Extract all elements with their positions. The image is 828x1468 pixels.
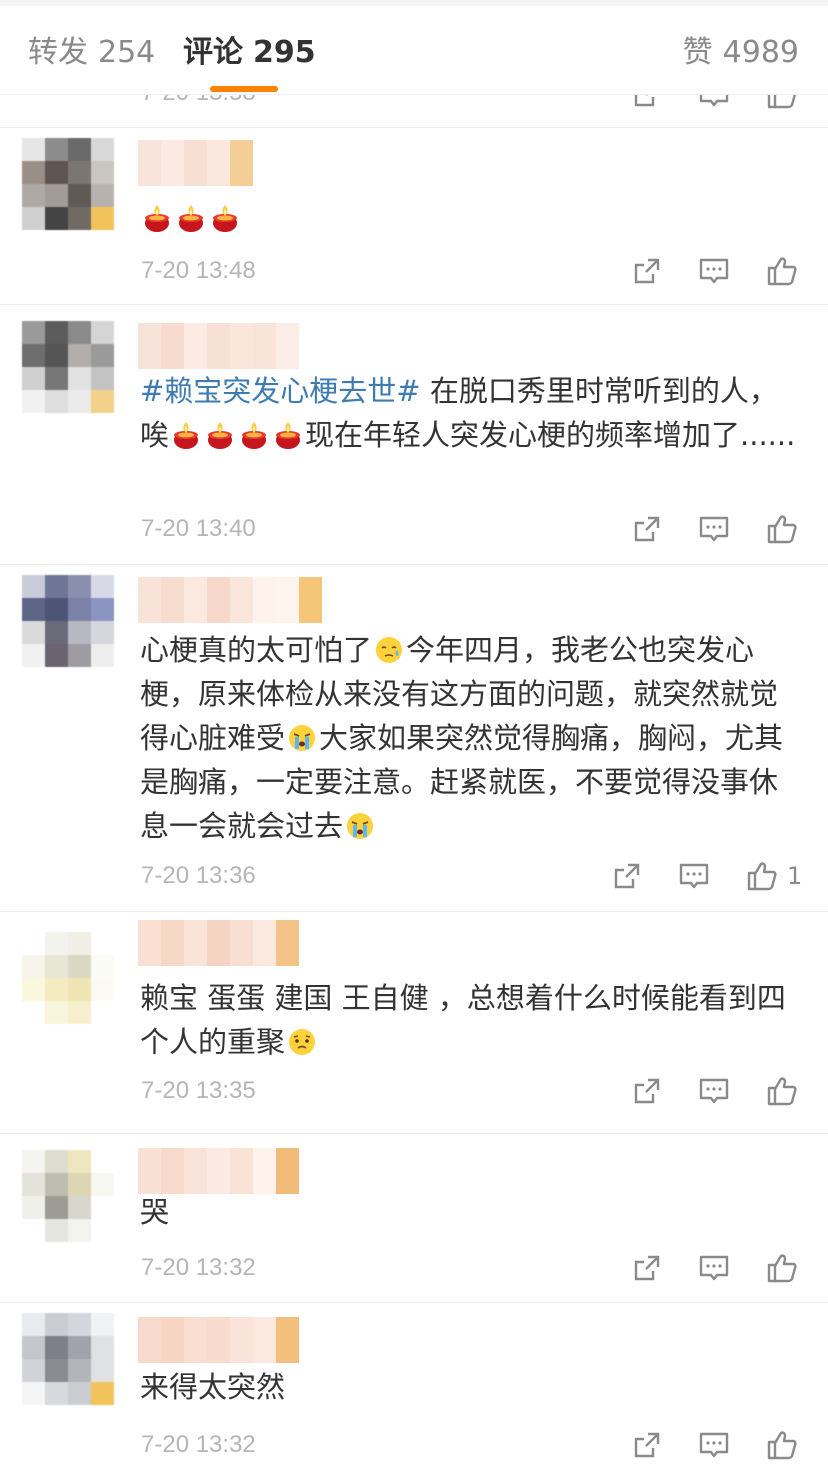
tab-likes[interactable]: 赞 4989 bbox=[683, 36, 799, 70]
candle-emoji bbox=[176, 203, 206, 233]
comment-time: 7-20 13:36 bbox=[141, 862, 256, 889]
comment-text: 来得太突然 bbox=[140, 1370, 286, 1404]
thumbs-up-icon[interactable] bbox=[766, 94, 798, 110]
tab-comments-label: 评论 bbox=[183, 35, 243, 70]
comment-time: 7-20 13:32 bbox=[141, 1431, 256, 1458]
thumbs-up-icon[interactable] bbox=[766, 1252, 798, 1284]
thumbs-up-icon[interactable] bbox=[746, 860, 778, 892]
share-out-icon[interactable] bbox=[631, 94, 663, 110]
comment-item: 哭 7-20 13:32 bbox=[0, 1134, 828, 1303]
comment-item: 心梗真的太可怕了 今年四月，我老公也突发心梗，原来体检从来没有这方面的问题，就突然… bbox=[0, 565, 828, 912]
comment-item: 7-20 13:48 bbox=[0, 128, 828, 305]
avatar[interactable] bbox=[22, 1313, 114, 1405]
comment-item: #赖宝突发心梗去世# 在脱口秀里时常听到的人，唉 现在年轻人突发心梗的频率增加了.… bbox=[0, 305, 828, 565]
candle-emoji bbox=[210, 203, 240, 233]
avatar[interactable] bbox=[22, 575, 114, 667]
comment-time: 7-20 13:32 bbox=[141, 1254, 256, 1281]
candle-emoji bbox=[142, 203, 172, 233]
avatar[interactable] bbox=[22, 1150, 114, 1242]
comment-time: 7-20 13:48 bbox=[141, 257, 256, 284]
tab-likes-count: 4989 bbox=[722, 35, 799, 70]
candle-emoji bbox=[171, 420, 201, 450]
topic-hashtag-link[interactable]: #赖宝突发心梗去世# bbox=[140, 374, 421, 408]
tab-comments-count: 295 bbox=[253, 35, 316, 70]
cry-emoji bbox=[345, 811, 375, 841]
thumbs-up-icon[interactable] bbox=[766, 1075, 798, 1107]
username-blurred[interactable] bbox=[138, 1148, 299, 1194]
thumbs-up-icon[interactable] bbox=[766, 255, 798, 287]
tab-reposts-label: 转发 bbox=[28, 35, 88, 70]
avatar[interactable] bbox=[22, 321, 114, 413]
tab-likes-label: 赞 bbox=[682, 35, 713, 70]
comment-time: 7-20 13:35 bbox=[141, 1077, 256, 1104]
share-out-icon[interactable] bbox=[611, 860, 643, 892]
comment-bubble-icon[interactable] bbox=[678, 860, 710, 892]
candle-emoji bbox=[239, 420, 269, 450]
comment-bubble-icon[interactable] bbox=[698, 1075, 730, 1107]
username-blurred[interactable] bbox=[138, 577, 322, 623]
comment-bubble-icon[interactable] bbox=[698, 1429, 730, 1461]
comment-text: 赖宝 蛋蛋 建国 王自健 ，总想着什么时候能看到四个人的重聚 bbox=[140, 976, 805, 1064]
comment-text bbox=[140, 196, 805, 240]
share-out-icon[interactable] bbox=[631, 1429, 663, 1461]
comment-text-part: 心梗真的太可怕了 bbox=[140, 633, 373, 667]
candle-emoji bbox=[273, 420, 303, 450]
worried-emoji bbox=[287, 1027, 317, 1057]
share-out-icon[interactable] bbox=[631, 1075, 663, 1107]
thumbs-up-icon[interactable] bbox=[766, 513, 798, 545]
share-out-icon[interactable] bbox=[631, 513, 663, 545]
comment-item-partial: 7-20 13:58 bbox=[0, 94, 828, 128]
comment-bubble-icon[interactable] bbox=[698, 1252, 730, 1284]
comment-time: 7-20 13:58 bbox=[141, 94, 256, 108]
comment-text-part: 现在年轻人突发心梗的频率增加了...... bbox=[305, 418, 796, 452]
tab-comments[interactable]: 评论 295 bbox=[183, 36, 316, 70]
comment-text: 心梗真的太可怕了 今年四月，我老公也突发心梗，原来体检从来没有这方面的问题，就突然… bbox=[140, 628, 805, 848]
avatar[interactable] bbox=[22, 138, 114, 230]
comment-bubble-icon[interactable] bbox=[698, 513, 730, 545]
tab-reposts[interactable]: 转发 254 bbox=[28, 36, 155, 70]
share-out-icon[interactable] bbox=[631, 255, 663, 287]
thumbs-up-icon[interactable] bbox=[766, 1429, 798, 1461]
cry-emoji bbox=[287, 723, 317, 753]
username-blurred[interactable] bbox=[138, 1317, 299, 1363]
username-blurred[interactable] bbox=[138, 140, 253, 186]
avatar[interactable] bbox=[22, 932, 114, 1024]
sweat-emoji bbox=[374, 635, 404, 665]
comment-text-part: 赖宝 蛋蛋 建国 王自健 ，总想着什么时候能看到四个人的重聚 bbox=[140, 981, 786, 1059]
comment-text: 哭 bbox=[140, 1195, 170, 1229]
active-tab-indicator bbox=[210, 86, 278, 92]
tab-bar: 转发 254 评论 295 赞 4989 bbox=[0, 6, 828, 95]
comment-bubble-icon[interactable] bbox=[698, 94, 730, 110]
username-blurred[interactable] bbox=[138, 323, 299, 369]
tab-reposts-count: 254 bbox=[98, 35, 156, 70]
share-out-icon[interactable] bbox=[631, 1252, 663, 1284]
comment-item: 赖宝 蛋蛋 建国 王自健 ，总想着什么时候能看到四个人的重聚 7-20 13:3… bbox=[0, 912, 828, 1134]
username-blurred[interactable] bbox=[138, 920, 299, 966]
like-count: 1 bbox=[787, 862, 803, 890]
comment-bubble-icon[interactable] bbox=[698, 255, 730, 287]
comment-text: #赖宝突发心梗去世# 在脱口秀里时常听到的人，唉 现在年轻人突发心梗的频率增加了.… bbox=[140, 369, 805, 457]
comment-time: 7-20 13:40 bbox=[141, 515, 256, 542]
candle-emoji bbox=[205, 420, 235, 450]
comment-item: 来得太突然 7-20 13:32 bbox=[0, 1303, 828, 1468]
